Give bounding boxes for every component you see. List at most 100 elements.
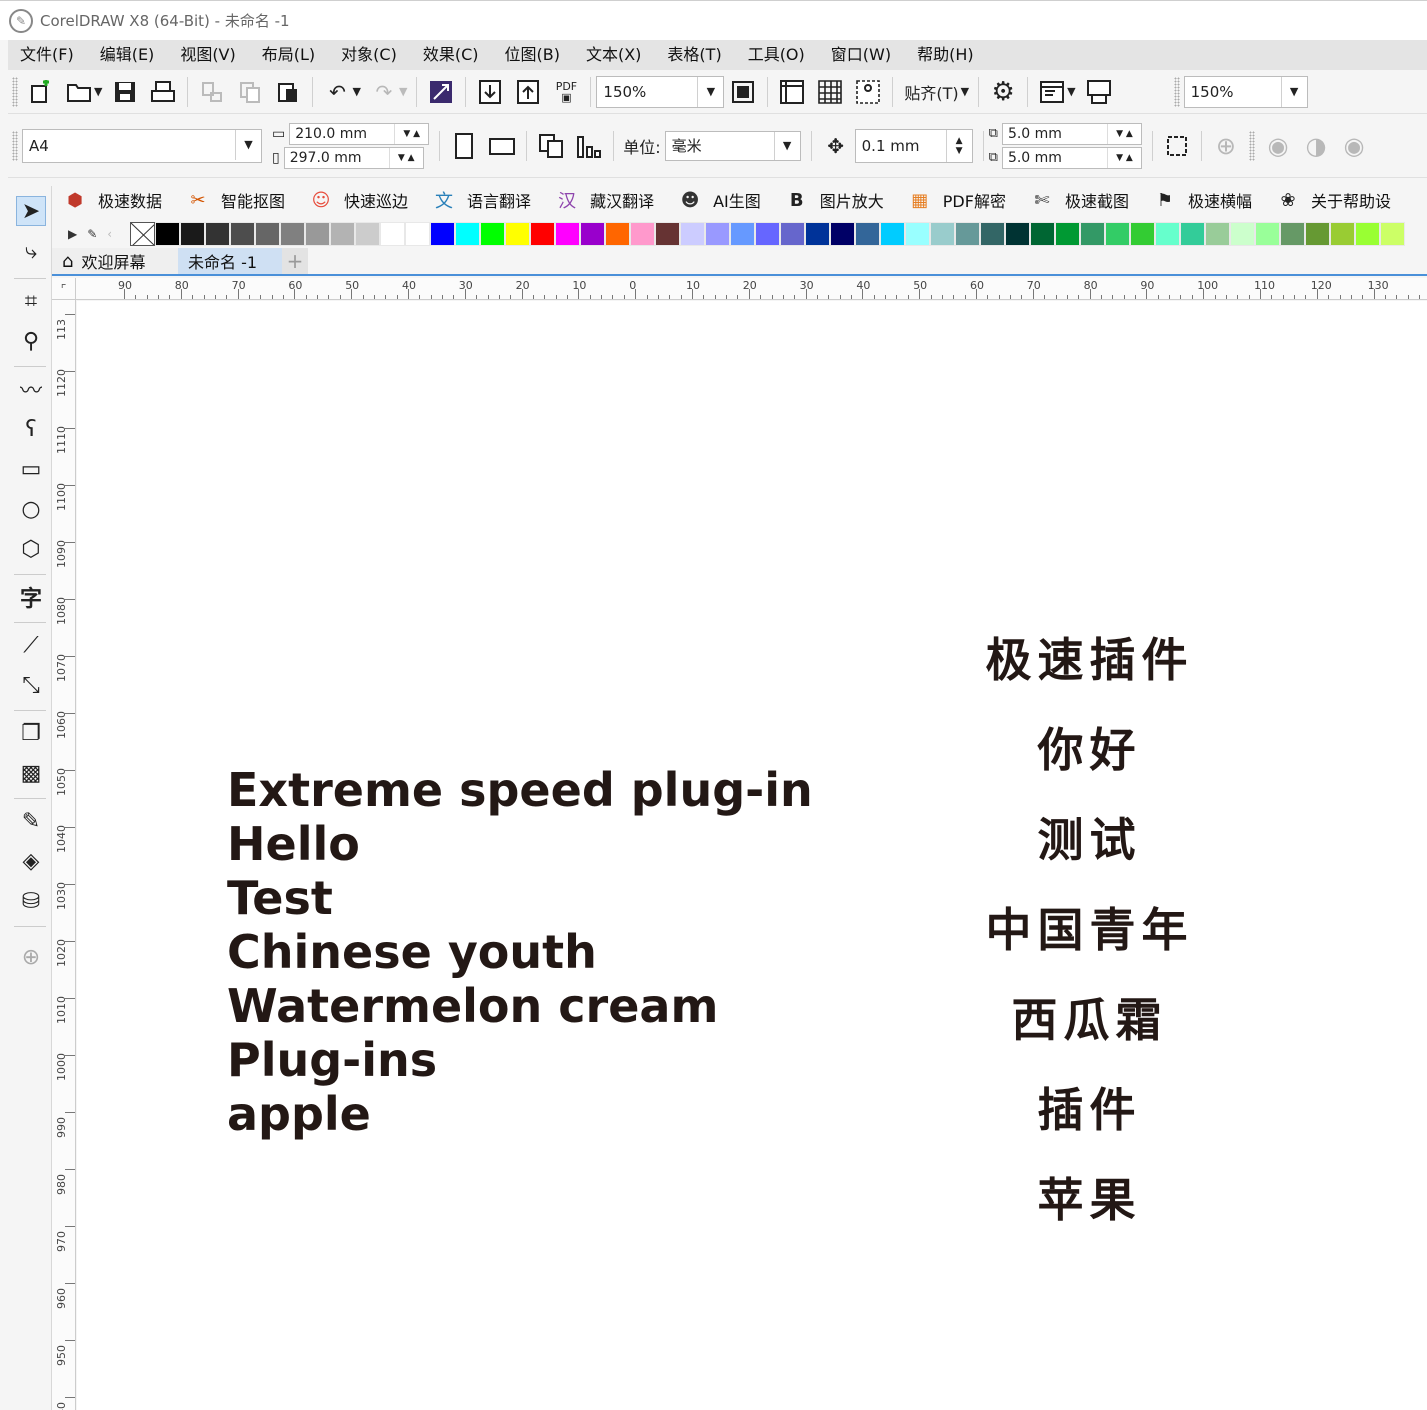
page-size-combo[interactable]: A4 ▼ [22, 128, 262, 163]
color-swatch[interactable] [855, 222, 880, 246]
chinese-text-line[interactable]: 插件 [977, 1065, 1202, 1155]
color-swatch[interactable] [355, 222, 380, 246]
rectangle-tool-icon[interactable]: ▭ [16, 454, 46, 484]
plugin-shield-icon-1[interactable]: ◉ [1262, 130, 1294, 162]
color-swatch[interactable] [755, 222, 780, 246]
color-swatch[interactable] [1030, 222, 1055, 246]
color-swatch[interactable] [480, 222, 505, 246]
chinese-text-line[interactable]: 测试 [977, 795, 1202, 885]
plugin-ai-image[interactable]: ☻ AI生图 [677, 187, 761, 213]
color-swatch[interactable] [1080, 222, 1105, 246]
color-swatch[interactable] [680, 222, 705, 246]
color-swatch[interactable] [530, 222, 555, 246]
menu-layout[interactable]: 布局(L) [249, 40, 328, 70]
duplicate-x-field[interactable]: 5.0 mm ▼ ▲ [1001, 122, 1142, 145]
plugin-quick-screenshot[interactable]: ✄ 极速截图 [1029, 187, 1129, 213]
color-swatch[interactable] [305, 222, 330, 246]
color-swatch[interactable] [1130, 222, 1155, 246]
color-swatch[interactable] [930, 222, 955, 246]
color-swatch[interactable] [980, 222, 1005, 246]
add-tab-plus-icon[interactable]: + [282, 248, 308, 274]
zoom-level-combo[interactable]: 150% ▼ [596, 75, 725, 108]
page-boundary-icon[interactable] [1161, 130, 1193, 162]
interactive-fill-tool-icon[interactable]: ◈ [16, 846, 46, 876]
menu-bitmaps[interactable]: 位图(B) [492, 40, 573, 70]
color-swatch[interactable] [1380, 222, 1405, 246]
tab-document[interactable]: 未命名 -1 [178, 248, 282, 274]
export-icon[interactable] [512, 76, 544, 108]
transparency-tool-icon[interactable]: ▩ [16, 758, 46, 788]
chinese-text-line[interactable]: 极速插件 [977, 615, 1202, 705]
color-swatch[interactable] [630, 222, 655, 246]
palette-scroll-left-icon[interactable]: ‹ [107, 227, 112, 241]
plugin-smart-cutout[interactable]: ✂ 智能抠图 [185, 187, 285, 213]
welcome-screen-icon[interactable] [1083, 76, 1115, 108]
smart-fill-tool-icon[interactable]: ⛁ [16, 886, 46, 916]
color-swatch[interactable] [655, 222, 680, 246]
redo-icon[interactable]: ↷ [368, 76, 400, 108]
cut-icon[interactable] [196, 76, 228, 108]
color-swatch[interactable] [730, 222, 755, 246]
menu-tools[interactable]: 工具(O) [735, 40, 818, 70]
artistic-media-tool-icon[interactable]: ʕ [16, 414, 46, 444]
show-guidelines-icon[interactable] [852, 76, 884, 108]
all-pages-icon[interactable] [535, 130, 567, 162]
palette-expand-icon[interactable]: ▶ [68, 227, 77, 241]
color-swatch[interactable] [1255, 222, 1280, 246]
undo-chevron-down-icon[interactable]: ▼ [352, 85, 360, 98]
units-combo[interactable]: 毫米 ▼ [664, 130, 801, 161]
chinese-text-block[interactable]: 极速插件 你好 测试 中国青年 西瓜霜 插件 苹果 [977, 615, 1202, 1245]
color-swatch[interactable] [1205, 222, 1230, 246]
full-screen-icon[interactable] [727, 76, 759, 108]
page-width-field[interactable]: 210.0 mm ▼ ▲ [289, 122, 430, 145]
color-swatch[interactable] [205, 222, 230, 246]
menu-help[interactable]: 帮助(H) [904, 40, 987, 70]
color-swatch[interactable] [1280, 222, 1305, 246]
english-text-line[interactable]: apple [227, 1087, 813, 1141]
show-grid-icon[interactable] [814, 76, 846, 108]
toolbar-grip[interactable] [1248, 130, 1255, 161]
snap-to-label[interactable]: 贴齐(T) [904, 80, 958, 104]
show-rulers-icon[interactable] [776, 76, 808, 108]
units-chevron-down-icon[interactable]: ▼ [773, 131, 800, 160]
zoom-chevron-down-icon[interactable]: ▼ [697, 76, 723, 107]
add-tool-plus-icon[interactable]: ⊕ [16, 942, 46, 972]
color-swatch[interactable] [830, 222, 855, 246]
plugin-language-translate[interactable]: 文语言翻译 [431, 187, 531, 213]
landscape-icon[interactable] [486, 130, 518, 162]
menu-edit[interactable]: 编辑(E) [87, 40, 168, 70]
english-text-line[interactable]: Extreme speed plug-in [227, 763, 813, 817]
polygon-tool-icon[interactable]: ⬡ [16, 534, 46, 564]
plugin-tibetan-translate[interactable]: 汉藏汉翻译 [554, 187, 654, 213]
color-swatch[interactable] [180, 222, 205, 246]
paste-icon[interactable] [272, 76, 304, 108]
new-document-icon[interactable] [25, 76, 57, 108]
snap-chevron-down-icon[interactable]: ▼ [961, 85, 969, 98]
color-swatch[interactable] [1230, 222, 1255, 246]
menu-text[interactable]: 文本(X) [573, 40, 654, 70]
color-swatch[interactable] [505, 222, 530, 246]
color-swatch[interactable] [880, 222, 905, 246]
nudge-distance-field[interactable]: 0.1 mm ▲ ▼ [854, 128, 973, 163]
page-width-spinner[interactable]: ▼ ▲ [394, 123, 428, 144]
color-swatch[interactable] [1055, 222, 1080, 246]
current-page-icon[interactable] [573, 130, 605, 162]
plugin-shield-icon-3[interactable]: ◉ [1338, 130, 1370, 162]
page-height-spinner[interactable]: ▼ ▲ [388, 147, 423, 168]
launcher-chevron-down-icon[interactable]: ▼ [1067, 85, 1075, 98]
dimension-tool-icon[interactable]: ⟋ [16, 630, 46, 660]
chinese-text-line[interactable]: 中国青年 [977, 885, 1202, 975]
drop-shadow-tool-icon[interactable]: ❐ [16, 718, 46, 748]
menu-table[interactable]: 表格(T) [654, 40, 734, 70]
toolbar-grip[interactable] [1173, 76, 1180, 107]
page-size-chevron-down-icon[interactable]: ▼ [235, 129, 261, 160]
save-icon[interactable] [109, 76, 141, 108]
color-swatch[interactable] [155, 222, 180, 246]
color-swatch[interactable] [955, 222, 980, 246]
plugin-about-help[interactable]: ❀ 关于帮助设 [1275, 187, 1391, 213]
plugin-shield-icon-2[interactable]: ◑ [1300, 130, 1332, 162]
menu-effects[interactable]: 效果(C) [410, 40, 492, 70]
duplicate-y-spinner[interactable]: ▼ ▲ [1106, 147, 1141, 168]
drawing-canvas[interactable]: Extreme speed plug-in Hello Test Chinese… [77, 301, 1427, 1410]
freehand-tool-icon[interactable]: 〰 [16, 374, 46, 404]
